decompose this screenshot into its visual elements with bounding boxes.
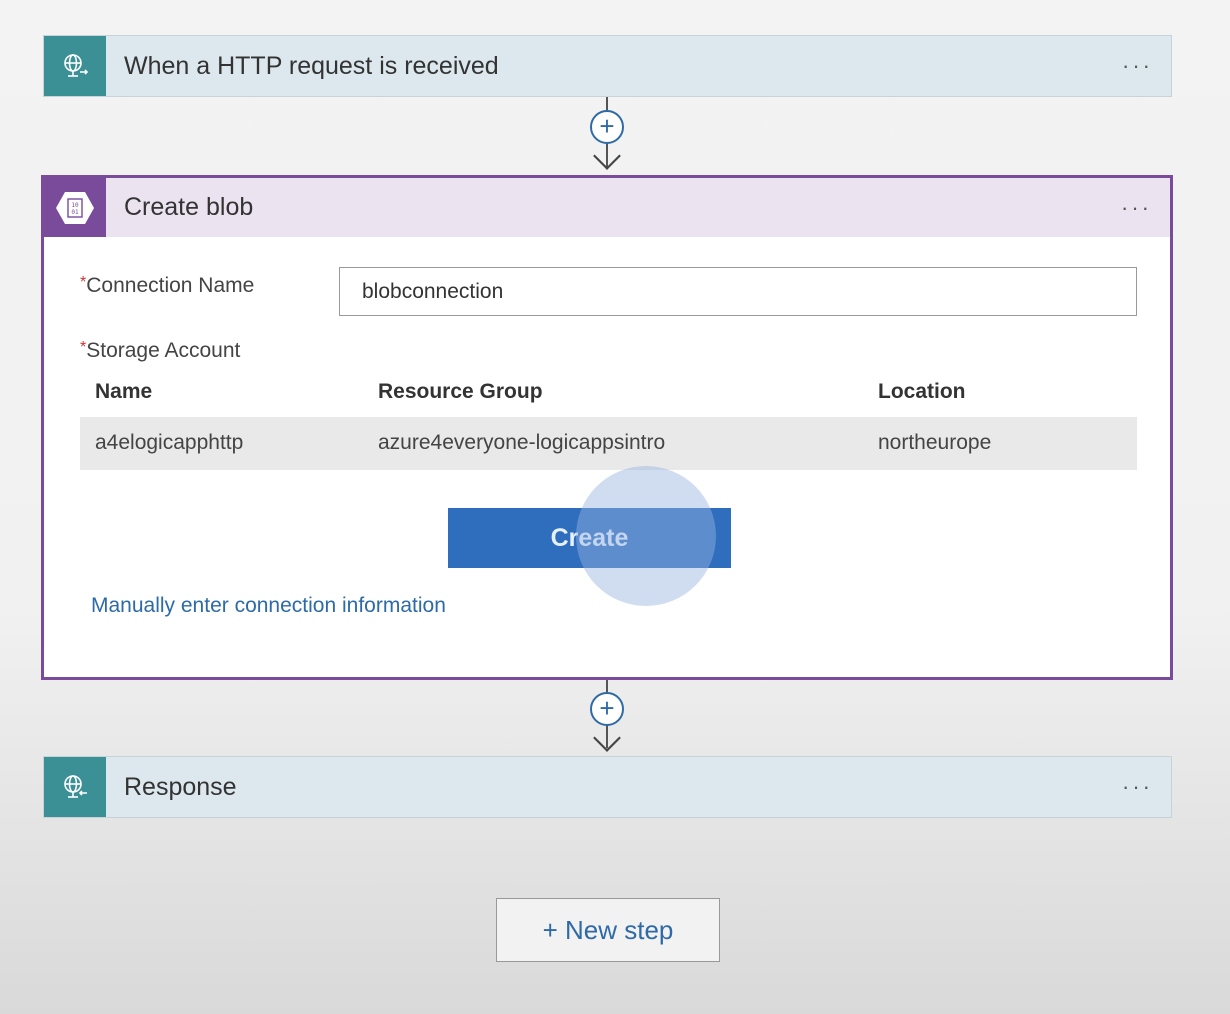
arrow-down-icon (593, 142, 621, 170)
new-step-button[interactable]: + New step (496, 898, 720, 962)
click-highlight (576, 466, 716, 606)
step-title: When a HTTP request is received (124, 51, 499, 80)
label-text: Connection Name (86, 274, 255, 297)
step-title: Create blob (124, 193, 254, 221)
table-row[interactable]: a4elogicapphttp azure4everyone-logicapps… (80, 417, 1137, 470)
cell-location: northeurope (878, 431, 992, 454)
arrow-down-icon (593, 724, 621, 752)
more-options-button[interactable]: ··· (1121, 195, 1152, 221)
http-globe-icon (44, 36, 106, 96)
connection-name-label: *Connection Name (80, 274, 254, 298)
cell-name: a4elogicapphttp (95, 431, 244, 454)
http-globe-icon (44, 757, 106, 817)
step-title: Response (124, 772, 237, 801)
more-options-button[interactable]: ··· (1122, 774, 1153, 800)
svg-text:01: 01 (71, 209, 79, 216)
storage-account-label: *Storage Account (80, 339, 240, 363)
step-response[interactable]: Response ··· (43, 756, 1172, 818)
blob-storage-icon: 10 01 (44, 178, 106, 237)
column-header-name: Name (95, 380, 153, 403)
step-http-trigger[interactable]: When a HTTP request is received ··· (43, 35, 1172, 97)
insert-step-button[interactable]: + (590, 110, 624, 144)
connection-name-input[interactable] (339, 267, 1137, 316)
column-header-resource-group: Resource Group (378, 380, 543, 403)
cell-resource-group: azure4everyone-logicappsintro (378, 431, 666, 454)
manual-connection-link[interactable]: Manually enter connection information (91, 594, 446, 618)
step-create-blob: 1001 Create blob ··· *Connection Name *S… (41, 175, 1173, 680)
label-text: Storage Account (86, 339, 241, 362)
insert-step-button[interactable]: + (590, 692, 624, 726)
more-options-button[interactable]: ··· (1122, 53, 1153, 79)
svg-text:10: 10 (71, 202, 79, 209)
column-header-location: Location (878, 380, 966, 403)
